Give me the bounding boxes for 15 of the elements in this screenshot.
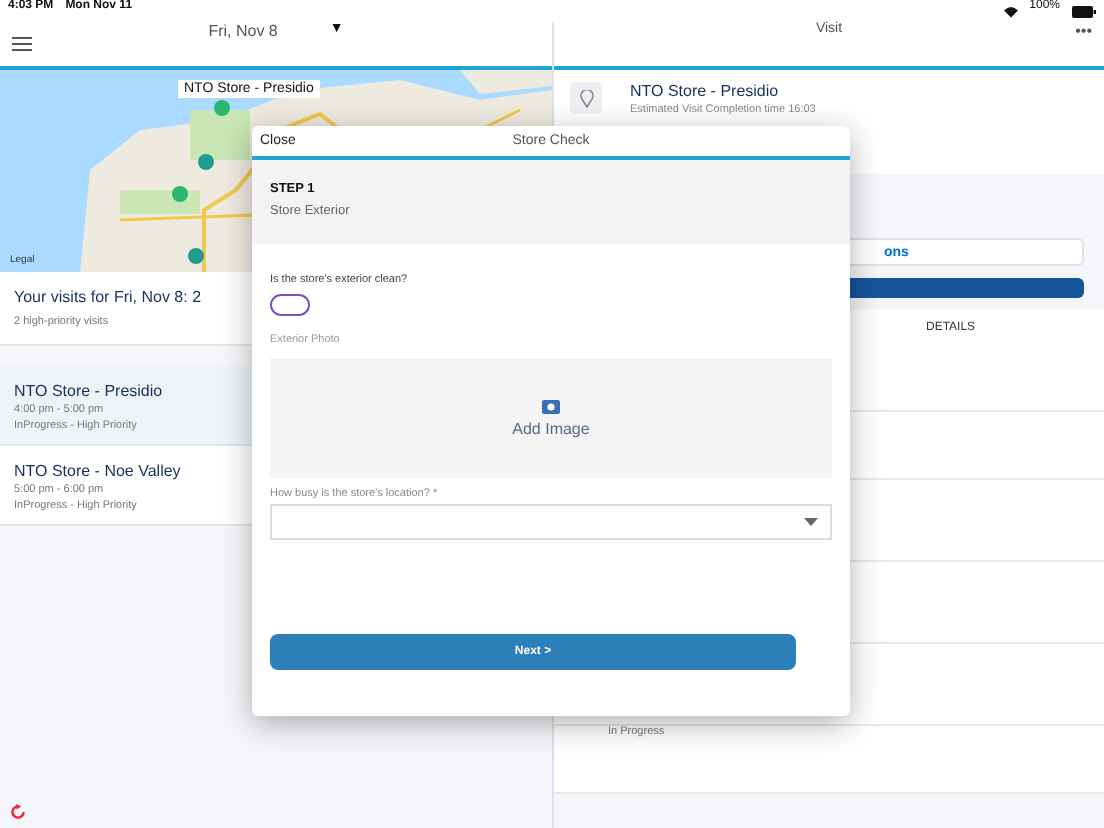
dropdown-caret-icon [804,518,818,526]
wifi-icon [1003,5,1018,17]
location-pin-icon [570,82,602,114]
visit-store-name: NTO Store - Presidio [630,82,779,100]
menu-icon[interactable] [12,36,32,52]
visits-title: Your visits for Fri, Nov 8: 2 [14,288,202,306]
more-menu[interactable]: ••• [1075,22,1092,40]
toggle-switch[interactable] [270,294,310,316]
refresh-icon[interactable] [10,804,26,820]
visit-name: NTO Store - Presidio [14,382,163,400]
visit-name: NTO Store - Noe Valley [14,462,181,480]
date-title: Fri, Nov 8 [208,22,278,40]
camera-icon [542,398,560,414]
add-image-button[interactable]: Add Image [270,358,832,478]
battery-icon [1072,5,1096,17]
